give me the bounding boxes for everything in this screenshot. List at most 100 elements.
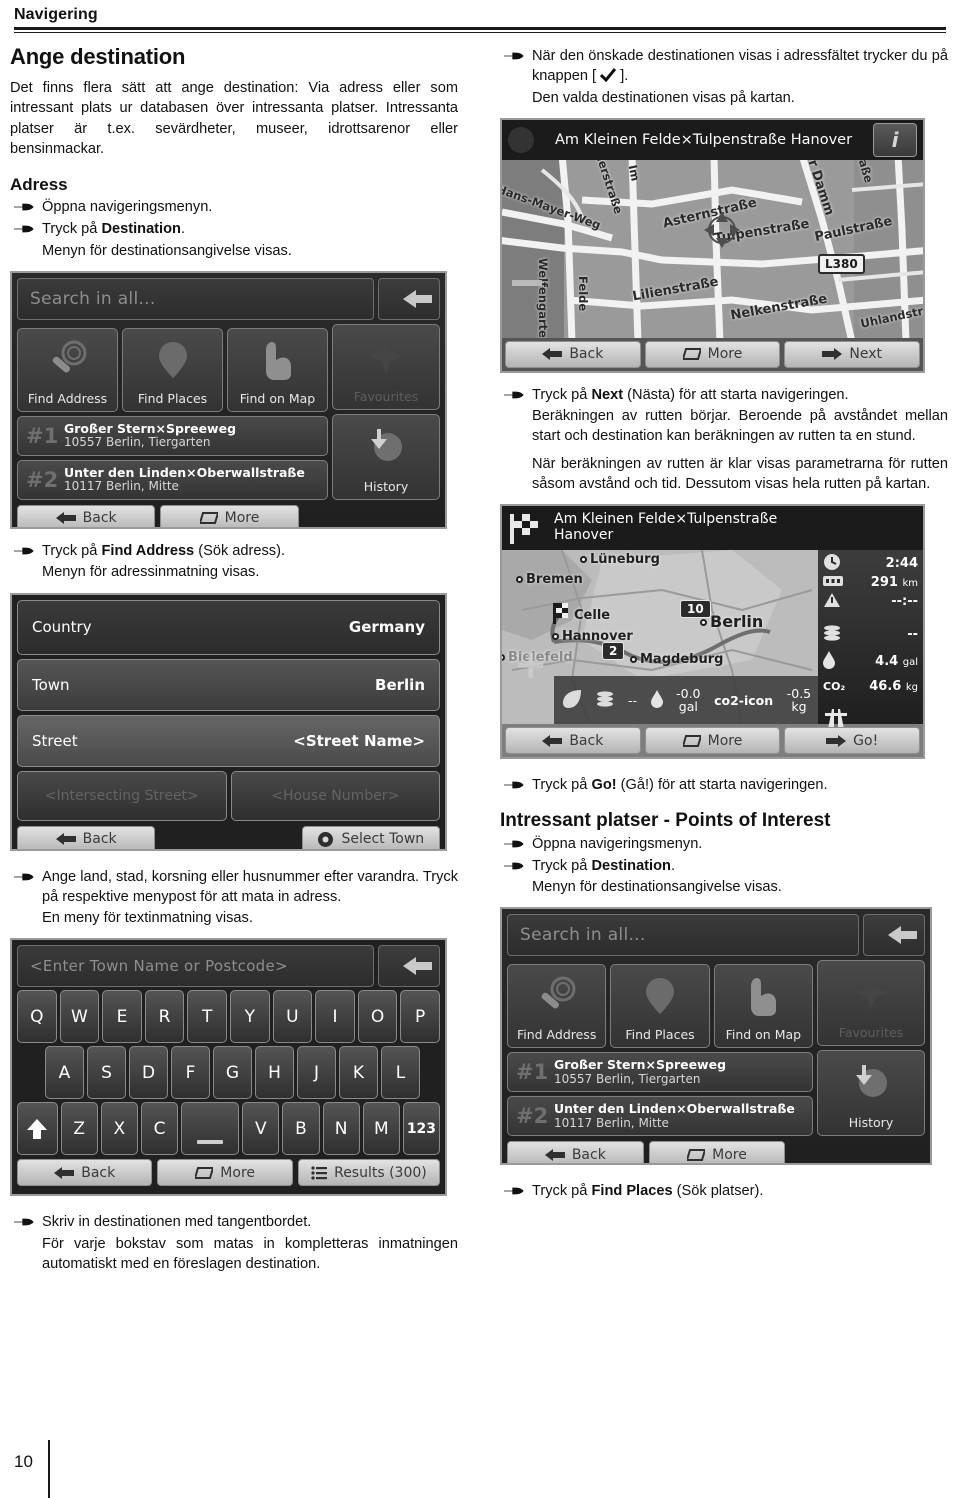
key-d[interactable]: D [129, 1046, 168, 1100]
recent-index: #1 [516, 1060, 549, 1085]
back-button[interactable]: Back [17, 1159, 153, 1187]
screenshot-address-form: Country Germany Town Berlin Street <Stre… [10, 592, 447, 851]
go-button[interactable]: Go! [784, 727, 921, 755]
list-item[interactable]: #1 Großer Stern×Spreeweg 10557 Berlin, T… [507, 1052, 813, 1093]
back-arrow-button[interactable] [378, 277, 440, 320]
search-row: Search in all... [17, 277, 440, 320]
form-row-town[interactable]: Town Berlin [17, 658, 440, 711]
list-item[interactable]: #2 Unter den Linden×Oberwallstraße 10117… [507, 1096, 813, 1137]
key-x[interactable]: X [100, 1102, 138, 1156]
backspace-button[interactable] [378, 945, 440, 988]
back-arrow-button[interactable] [863, 914, 925, 957]
tile-label: Find Places [137, 390, 208, 406]
key-t[interactable]: T [187, 990, 227, 1044]
tile-find-places[interactable]: Find Places [122, 327, 223, 412]
tile-history[interactable]: History [332, 413, 440, 500]
tile-label: Find Address [27, 390, 108, 406]
key-v[interactable]: V [242, 1102, 280, 1156]
eco-co2-unit: kg [791, 699, 807, 715]
row-value: <Street Name> [293, 731, 425, 750]
shift-key[interactable] [17, 1102, 58, 1156]
key-f[interactable]: F [171, 1046, 210, 1100]
back-button[interactable]: Back [505, 340, 641, 368]
back-button[interactable]: Back [17, 504, 156, 527]
tile-label: Find Places [625, 1027, 695, 1043]
list-item: Tryck på Next (Nästa) för att starta nav… [500, 385, 948, 405]
key-r[interactable]: R [144, 990, 185, 1044]
key-u[interactable]: U [272, 990, 313, 1044]
form-row-street[interactable]: Street <Street Name> [17, 714, 440, 767]
back-button[interactable]: Back [17, 825, 156, 849]
key-numeric[interactable]: 123 [402, 1102, 440, 1156]
key-i[interactable]: I [315, 990, 355, 1044]
key-s[interactable]: S [87, 1046, 126, 1100]
recent-index: #2 [516, 1104, 549, 1129]
tile-find-address[interactable]: Find Address [507, 964, 607, 1049]
tile-favourites[interactable]: Favourites [332, 323, 440, 410]
pointing-hand-icon [228, 335, 327, 385]
form-row-intersecting-street[interactable]: <Intersecting Street> [17, 770, 227, 821]
magnifier-icon [18, 335, 117, 385]
route-map-canvas[interactable]: Lüneburg Bremen Celle Hannover Magdeburg… [502, 550, 818, 725]
stat-eta: --:-- [823, 592, 918, 611]
key-m[interactable]: M [362, 1102, 400, 1156]
key-z[interactable]: Z [60, 1102, 98, 1156]
zoom-in-button[interactable]: + [514, 642, 548, 688]
key-a[interactable]: A [45, 1046, 84, 1100]
more-button[interactable]: More [648, 1141, 786, 1164]
row-label: Town [32, 675, 70, 694]
form-row-house-number[interactable]: <House Number> [230, 770, 440, 821]
key-j[interactable]: J [297, 1046, 336, 1100]
key-p[interactable]: P [400, 990, 440, 1044]
key-h[interactable]: H [255, 1046, 294, 1100]
next-button[interactable]: Next [784, 340, 921, 368]
key-k[interactable]: K [339, 1046, 378, 1100]
key-w[interactable]: W [59, 990, 100, 1044]
key-q[interactable]: Q [17, 990, 57, 1044]
list-item[interactable]: #1 Großer Stern×Spreeweg 10557 Berlin, T… [17, 415, 328, 456]
list-item[interactable]: #2 Unter den Linden×Oberwallstraße 10117… [17, 459, 328, 500]
tile-find-on-map[interactable]: Find on Map [227, 327, 328, 412]
select-town-button[interactable]: Select Town [301, 825, 440, 849]
button-label: Back [82, 510, 117, 527]
more-button[interactable]: More [160, 504, 299, 527]
co2-icon: co2-icon [714, 692, 774, 708]
more-button[interactable]: More [157, 1159, 293, 1187]
right-tile-column: Favourites History [332, 323, 440, 500]
key-c[interactable]: C [140, 1102, 179, 1156]
tile-find-on-map[interactable]: Find on Map [713, 964, 813, 1049]
back-button[interactable]: Back [505, 727, 641, 755]
city-name: Lüneburg [590, 552, 660, 568]
key-o[interactable]: O [357, 990, 398, 1044]
list-item-prefix: Tryck på [532, 386, 592, 403]
search-input[interactable]: Search in all... [17, 277, 374, 320]
form-row-country[interactable]: Country Germany [17, 599, 440, 655]
key-e[interactable]: E [102, 990, 142, 1044]
back-button[interactable]: Back [507, 1141, 644, 1164]
stat-distance: 291 km [823, 573, 918, 592]
info-button[interactable]: i [873, 122, 917, 157]
tile-favourites[interactable]: Favourites [817, 960, 925, 1047]
map-header: Am Kleinen Felde×Tulpenstraße Hanover i [502, 119, 923, 160]
key-g[interactable]: G [213, 1046, 252, 1100]
road-badge: 10 [680, 600, 711, 619]
button-label: Back [569, 732, 604, 749]
town-name-input[interactable]: <Enter Town Name or Postcode> [17, 945, 374, 988]
tile-find-address[interactable]: Find Address [17, 327, 118, 412]
results-button[interactable]: Results (300) [297, 1159, 440, 1187]
key-y[interactable]: Y [229, 990, 270, 1044]
more-button[interactable]: More [644, 727, 781, 755]
row-label: Country [32, 618, 92, 637]
more-button[interactable]: More [644, 340, 781, 368]
key-b[interactable]: B [282, 1102, 320, 1156]
button-label: Go! [853, 732, 879, 749]
map-canvas[interactable]: Fliederstraße Im Asternstraße Tulpenstra… [502, 159, 923, 338]
space-key[interactable] [181, 1102, 240, 1156]
zoom-out-icon[interactable] [512, 279, 542, 286]
key-n[interactable]: N [322, 1102, 360, 1156]
search-input[interactable]: Search in all... [507, 914, 859, 957]
key-l[interactable]: L [381, 1046, 420, 1100]
list-item-suffix: . [180, 221, 185, 238]
tile-history[interactable]: History [817, 1050, 925, 1137]
tile-find-places[interactable]: Find Places [610, 964, 710, 1049]
